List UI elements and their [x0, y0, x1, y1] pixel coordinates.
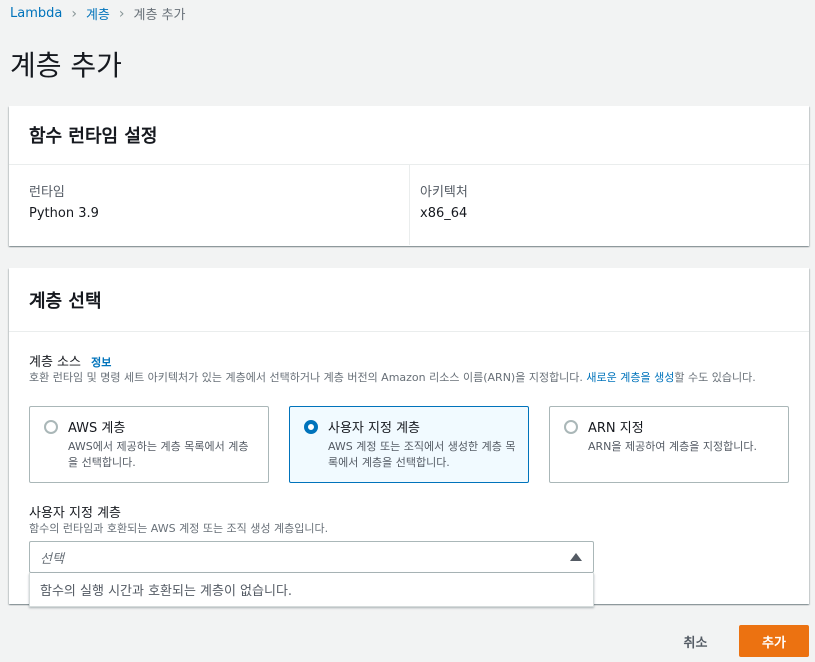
- chevron-right-icon: ›: [71, 5, 77, 22]
- option-title: 사용자 지정 계층: [328, 421, 420, 436]
- radio-button[interactable]: [44, 420, 58, 434]
- radio-button[interactable]: [564, 420, 578, 434]
- breadcrumb-current: 계층 추가: [133, 8, 186, 23]
- breadcrumb-layers[interactable]: 계층: [86, 4, 110, 23]
- custom-layer-description: 함수의 런타임과 호환되는 AWS 계정 또는 조직 생성 계층입니다.: [29, 522, 329, 535]
- layer-source-options: AWS 계층 AWS에서 제공하는 계층 목록에서 계층을 선택합니다. 사용자…: [29, 406, 789, 483]
- option-custom-layers[interactable]: 사용자 지정 계층 AWS 계정 또는 조직에서 생성한 계층 목록에서 계층을…: [289, 406, 529, 483]
- page-title: 계층 추가: [10, 49, 122, 82]
- breadcrumb: Lambda › 계층 › 계층 추가: [10, 4, 186, 24]
- option-title: AWS 계층: [68, 421, 126, 436]
- create-layer-link[interactable]: 새로운 계층을 생성: [586, 371, 674, 384]
- radio-button-selected[interactable]: [304, 420, 318, 434]
- add-button[interactable]: 추가: [739, 625, 809, 657]
- option-description: ARN을 제공하여 계층을 지정합니다.: [588, 440, 757, 453]
- runtime-card-title: 함수 런타임 설정: [9, 106, 809, 165]
- runtime-value: Python 3.9: [29, 206, 99, 221]
- runtime-column: 런타임 Python 3.9: [9, 165, 409, 245]
- custom-layer-label: 사용자 지정 계층: [29, 506, 121, 521]
- layer-source-description: 호환 런타임 및 명령 세트 아키텍처가 있는 계층에서 선택하거나 계층 버전…: [29, 370, 794, 385]
- option-aws-layers[interactable]: AWS 계층 AWS에서 제공하는 계층 목록에서 계층을 선택합니다.: [29, 406, 269, 483]
- option-description: AWS에서 제공하는 계층 목록에서 계층을 선택합니다.: [68, 440, 249, 469]
- layer-select-card: 계층 선택 계층 소스 정보 호환 런타임 및 명령 세트 아키텍처가 있는 계…: [9, 268, 809, 607]
- option-specify-arn[interactable]: ARN 지정 ARN을 제공하여 계층을 지정합니다.: [549, 406, 789, 483]
- info-link[interactable]: 정보: [91, 356, 111, 369]
- select-placeholder: 선택: [40, 551, 64, 567]
- layer-source-label-row: 계층 소스 정보: [29, 351, 111, 370]
- layer-source-label: 계층 소스: [29, 355, 81, 370]
- layer-source-desc-text: 호환 런타임 및 명령 세트 아키텍처가 있는 계층에서 선택하거나 계층 버전…: [29, 371, 583, 384]
- layer-card-title: 계층 선택: [9, 268, 809, 332]
- select-dropdown-empty-message: 함수의 실행 시간과 호환되는 계층이 없습니다.: [29, 573, 594, 607]
- layer-source-desc-tail: 할 수도 있습니다.: [674, 371, 756, 384]
- runtime-settings-card: 함수 런타임 설정 런타임 Python 3.9 아키텍처 x86_64: [9, 106, 809, 246]
- cancel-button[interactable]: 취소: [668, 626, 723, 656]
- option-title: ARN 지정: [588, 421, 644, 436]
- architecture-value: x86_64: [420, 206, 468, 221]
- option-description: AWS 계정 또는 조직에서 생성한 계층 목록에서 계층을 선택합니다.: [328, 440, 516, 469]
- runtime-kv-row: 런타임 Python 3.9 아키텍처 x86_64: [9, 165, 809, 245]
- architecture-column: 아키텍처 x86_64: [409, 165, 809, 245]
- runtime-label: 런타임: [29, 185, 65, 200]
- breadcrumb-lambda[interactable]: Lambda: [10, 6, 62, 21]
- caret-up-icon: [570, 553, 582, 561]
- architecture-label: 아키텍처: [420, 185, 468, 200]
- custom-layer-select[interactable]: 선택: [29, 541, 594, 573]
- chevron-right-icon: ›: [118, 5, 125, 22]
